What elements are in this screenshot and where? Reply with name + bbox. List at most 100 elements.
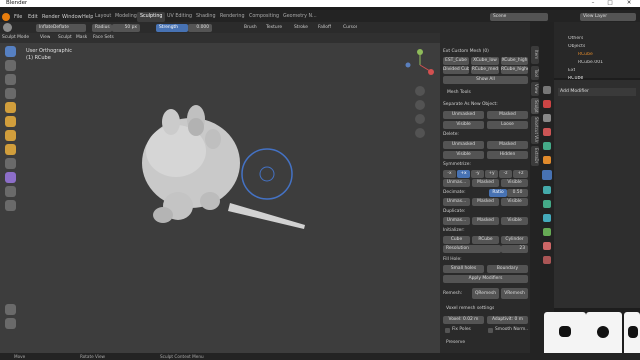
falloff-menu[interactable]: Falloff [318,24,331,32]
output-props-icon[interactable] [543,114,551,122]
maximize-icon[interactable]: □ [603,0,617,7]
layer-tool-icon[interactable] [5,102,16,113]
tab-compositing[interactable]: Compositing [246,12,282,22]
tab-shortcut-vur[interactable]: Shortcut VUr [531,116,539,144]
outliner-item-rcube-001[interactable]: RCube.001 [578,60,603,65]
outliner-item-ext[interactable]: Ext [568,68,575,73]
outliner-item-others[interactable]: Others [568,36,583,41]
tab-sculpting[interactable]: Sculpting [137,12,166,22]
cursor-menu[interactable]: Cursor [343,24,357,32]
sym-neg-x-button[interactable]: -x [443,170,456,178]
smooth-tool-icon[interactable] [5,158,16,169]
smooth-normals-checkbox[interactable] [488,328,493,333]
sym-neg-y-button[interactable]: -y [471,170,484,178]
annotate-tool-icon[interactable] [5,318,16,329]
data-props-icon[interactable] [543,228,551,236]
inflate-tool-icon[interactable] [5,116,16,127]
view-layer-selector[interactable]: View Layer [580,13,636,21]
blender-logo-icon[interactable] [2,13,10,21]
tab-sculpt[interactable]: Sculpt [531,98,539,114]
sym-pos-x-button[interactable]: +x [457,170,470,178]
qremesh-button[interactable]: QRemesh [472,288,499,299]
mask-tool-icon[interactable] [5,200,16,211]
crease-tool-icon[interactable] [5,144,16,155]
resolution-field[interactable]: 23 [501,245,528,253]
object-props-icon[interactable] [543,156,551,164]
decimate-unmasked-button[interactable]: Unmas... [443,198,470,206]
3d-viewport[interactable]: User Orthographic (1) RCube [0,43,440,353]
sym-visible-button[interactable]: Visible [501,179,528,187]
outliner-item-objects[interactable]: Objects [568,44,585,49]
brush-menu[interactable]: Brush [244,24,257,32]
particles-props-icon[interactable] [543,186,551,194]
apply-modifiers-button[interactable]: Apply Modifiers [443,275,528,283]
est-cube-button[interactable]: EST_Cube [443,57,469,65]
sym-masked-button[interactable]: Masked [472,179,499,187]
sculpt-model[interactable] [0,43,440,353]
separate-masked-button[interactable]: Masked [487,111,528,119]
rcube-higher-button[interactable]: RCube_higher [501,66,528,74]
decimate-masked-button[interactable]: Masked [472,198,499,206]
init-cube-button[interactable]: Cube [443,236,470,244]
menu-edit[interactable]: Edit [28,12,38,22]
world-props-icon[interactable] [543,142,551,150]
rcube-med-button[interactable]: RCube_med [471,66,499,74]
outliner-item-rcube[interactable]: RCube [578,52,593,57]
snake-hook-tool-icon[interactable] [5,172,16,183]
texture-props-icon[interactable] [543,256,551,264]
duplicate-masked-button[interactable]: Masked [472,217,499,225]
tab-uv-editing[interactable]: UV Editing [164,12,195,22]
minimize-icon[interactable]: – [586,0,600,7]
scene-props-icon[interactable] [543,128,551,136]
separate-unmasked-button[interactable]: Unmasked [443,111,484,119]
resolution-label[interactable]: Resolution [443,245,501,253]
draw-tool-icon[interactable] [5,46,16,57]
clay-strips-tool-icon[interactable] [5,88,16,99]
divided-cube-button[interactable]: Divided Cube [443,66,469,74]
sym-neg-z-button[interactable]: -z [499,170,512,178]
separate-visible-button[interactable]: Visible [443,121,484,129]
clay-tool-icon[interactable] [5,74,16,85]
modifier-props-icon[interactable] [542,170,552,180]
voxel-size-field[interactable]: Voxel: 0.02 m [443,316,484,324]
menu-render[interactable]: Render [42,12,60,22]
tab-view[interactable]: View [531,82,539,96]
add-modifier-button[interactable]: Add Modifier [558,88,636,96]
tab-layout[interactable]: Layout [92,12,114,22]
tab-extra[interactable]: ExtraDr [531,146,539,166]
grab-tool-icon[interactable] [5,186,16,197]
sym-pos-z-button[interactable]: +z [513,170,528,178]
xcube-high-button[interactable]: XCube_high [501,57,528,65]
decimate-ratio-field[interactable]: 0.50 [507,189,528,197]
duplicate-visible-button[interactable]: Visible [501,217,528,225]
tab-geometry-nodes[interactable]: Geometry N... [280,12,320,22]
view-menu[interactable]: View [40,34,50,42]
show-all-button[interactable]: Show All [443,76,528,84]
tab-tool[interactable]: Tool [531,66,539,80]
menu-window[interactable]: Window [62,12,82,22]
scene-selector[interactable]: Scene [490,13,548,21]
fix-poles-checkbox[interactable] [445,328,450,333]
mesh-tools-header[interactable]: Mesh Tools [447,89,471,97]
strength-field[interactable]: 0.000 [188,24,212,32]
init-rcube-button[interactable]: RCube [472,236,499,244]
delete-unmasked-button[interactable]: Unmasked [443,141,484,149]
fill-boundary-button[interactable]: Boundary [487,265,528,273]
fill-small-holes-button[interactable]: Small holes [443,265,484,273]
delete-hidden-button[interactable]: Hidden [487,151,528,159]
init-cylinder-button[interactable]: Cylinder [501,236,528,244]
texture-menu[interactable]: Texture [266,24,282,32]
close-icon[interactable]: ✕ [622,0,636,7]
sym-pos-y-button[interactable]: +y [485,170,498,178]
radius-field[interactable]: 50 px [112,24,140,32]
tab-rendering[interactable]: Rendering [217,12,248,22]
transform-tool-icon[interactable] [5,304,16,315]
physics-props-icon[interactable] [543,200,551,208]
tab-shading[interactable]: Shading [193,12,219,22]
render-props-icon[interactable] [543,100,551,108]
decimate-visible-button[interactable]: Visible [501,198,528,206]
mode-selector[interactable]: Sculpt Mode [2,34,29,42]
duplicate-unmasked-button[interactable]: Unmas... [443,217,470,225]
delete-visible-button[interactable]: Visible [443,151,484,159]
mask-menu[interactable]: Mask [76,34,87,42]
